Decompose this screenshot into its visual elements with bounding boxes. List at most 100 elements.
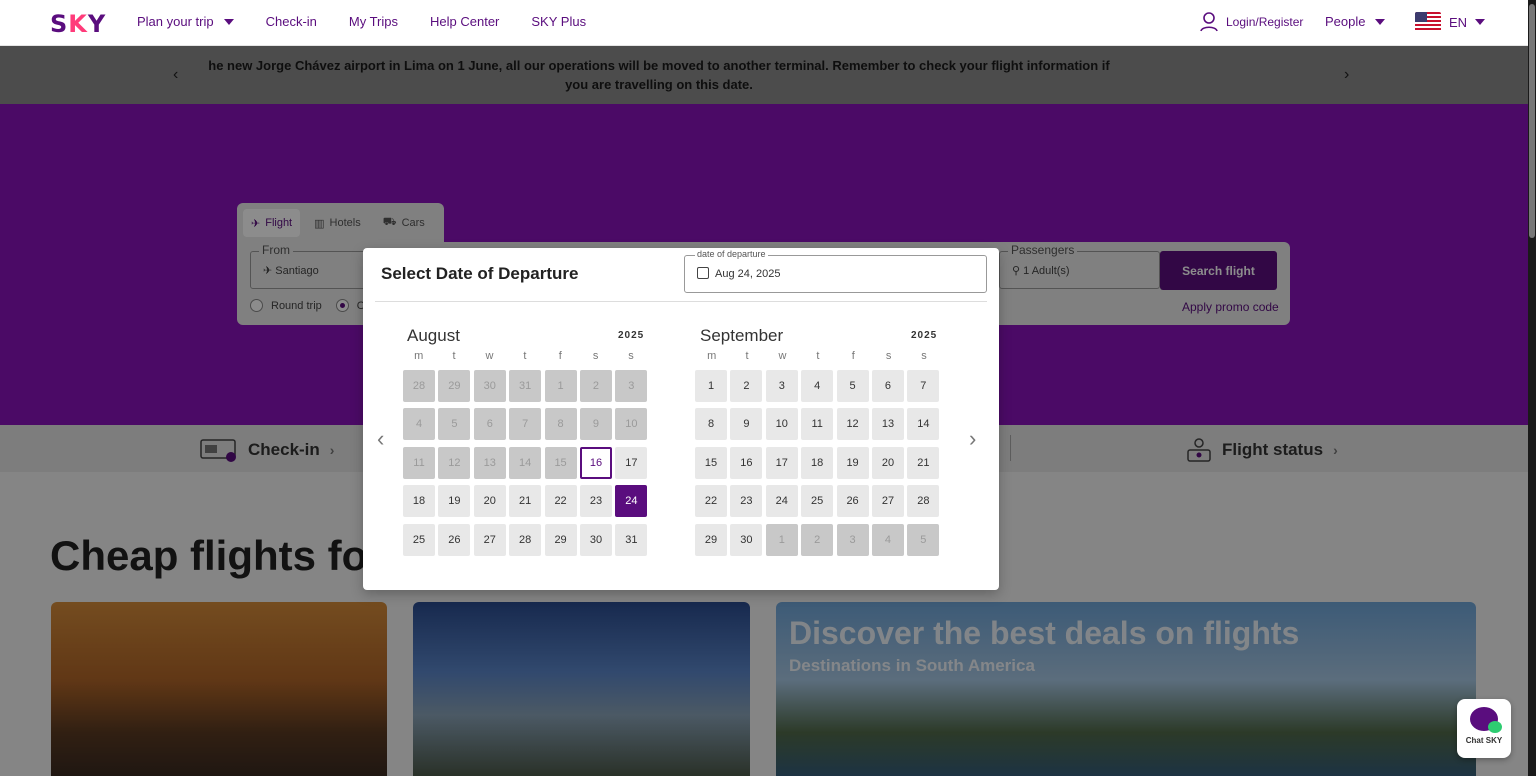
calendar-day[interactable]: 30 <box>730 523 763 556</box>
calendar-day: 4 <box>871 523 904 556</box>
apply-promo-code-link[interactable]: Apply promo code <box>1182 300 1279 314</box>
weekday-label: t <box>523 350 527 362</box>
calendar-day[interactable]: 27 <box>473 523 506 556</box>
weekday-label: s <box>921 350 927 362</box>
calendar-day: 8 <box>544 408 577 441</box>
calendar-day[interactable]: 24 <box>765 485 798 518</box>
one-way-radio[interactable] <box>335 299 349 312</box>
calendar-day: 9 <box>579 408 612 441</box>
calendar-day[interactable]: 29 <box>544 523 577 556</box>
calendar-day[interactable]: 23 <box>579 485 612 518</box>
calendar-day[interactable]: 22 <box>695 485 727 518</box>
calendar-day[interactable]: 9 <box>730 408 763 441</box>
tab-label: Hotels <box>329 217 361 229</box>
month-grid-august: 28 29 30 31 1 2 3 4 5 6 7 8 9 10 11 12 13 14 15 16 17 18 19 20 2… <box>403 370 648 556</box>
nav-help-center[interactable]: Help Center <box>430 14 499 29</box>
calendar-day[interactable]: 26 <box>836 485 869 518</box>
calendar-day: 6 <box>473 408 506 441</box>
calendar-day[interactable]: 28 <box>907 485 940 518</box>
trip-type-radios: Round trip One <box>250 299 378 312</box>
weekday-label: t <box>452 350 456 362</box>
weekday-label: t <box>816 350 820 362</box>
calendar-day[interactable]: 21 <box>907 446 940 479</box>
calendar-day[interactable]: 19 <box>836 446 869 479</box>
calendar-day[interactable]: 21 <box>509 485 542 518</box>
login-register-link[interactable]: Login/Register <box>1200 12 1303 32</box>
passengers-field[interactable]: Passengers ⚲ 1 Adult(s) <box>999 243 1160 289</box>
calendar-day[interactable]: 17 <box>765 446 798 479</box>
nav-my-trips[interactable]: My Trips <box>349 14 398 29</box>
calendar-day[interactable]: 15 <box>695 446 727 479</box>
tab-cars[interactable]: ⛟ Cars <box>375 209 433 237</box>
calendar-day: 11 <box>403 446 435 479</box>
calendar-day: 1 <box>765 523 798 556</box>
weekday-label: m <box>414 350 424 362</box>
calendar-day[interactable]: 2 <box>730 370 763 402</box>
calendar-day[interactable]: 25 <box>403 523 435 556</box>
month-grid-september: 1 2 3 4 5 6 7 8 9 10 11 12 13 14 15 16 17 18 19 20 21 22 23 24 2… <box>695 370 940 556</box>
from-legend: From <box>259 243 293 257</box>
calendar-day: 2 <box>579 370 612 402</box>
calendar-day[interactable]: 30 <box>579 523 612 556</box>
calendar-day: 3 <box>615 370 648 402</box>
calendar-day[interactable]: 11 <box>801 408 834 441</box>
calendar-day[interactable]: 16 <box>730 446 763 479</box>
calendar-day[interactable]: 4 <box>801 370 834 402</box>
calendar-day[interactable]: 22 <box>544 485 577 518</box>
calendar-day[interactable]: 18 <box>801 446 834 479</box>
divider <box>375 301 987 302</box>
calendar-day[interactable]: 25 <box>801 485 834 518</box>
chat-sky-button[interactable]: Chat SKY <box>1457 699 1511 758</box>
calendar-day[interactable]: 14 <box>907 408 940 441</box>
calendar-day[interactable]: 8 <box>695 408 727 441</box>
calendar-day[interactable]: 12 <box>836 408 869 441</box>
next-month-arrow[interactable]: › <box>969 426 976 452</box>
us-flag-icon <box>1415 12 1441 32</box>
calendar-day[interactable]: 29 <box>695 523 727 556</box>
calendar-day: 1 <box>544 370 577 402</box>
calendar-day: 29 <box>438 370 471 402</box>
calendar-day[interactable]: 27 <box>871 485 904 518</box>
nav-sky-plus[interactable]: SKY Plus <box>531 14 586 29</box>
chat-icon <box>1470 707 1502 733</box>
people-menu[interactable]: People <box>1325 14 1386 29</box>
calendar-day[interactable]: 13 <box>871 408 904 441</box>
plane-takeoff-icon: ✈ <box>263 265 273 277</box>
calendar-day[interactable]: 7 <box>907 370 940 402</box>
calendar-day[interactable]: 1 <box>695 370 727 402</box>
sky-logo[interactable]: SKY <box>50 10 106 38</box>
calendar-day[interactable]: 17 <box>615 446 648 479</box>
calendar-day[interactable]: 18 <box>403 485 435 518</box>
calendar-day[interactable]: 28 <box>509 523 542 556</box>
scrollbar-thumb[interactable] <box>1529 4 1535 238</box>
nav-check-in[interactable]: Check-in <box>266 14 317 29</box>
calendar-day: 30 <box>473 370 506 402</box>
calendar-day[interactable]: 20 <box>473 485 506 518</box>
nav-plan-your-trip[interactable]: Plan your trip <box>137 14 234 29</box>
weekday-label: s <box>628 350 634 362</box>
selected-day[interactable]: 24 <box>615 485 648 518</box>
calendar-day[interactable]: 6 <box>871 370 904 402</box>
calendar-day: 5 <box>907 523 940 556</box>
tab-hotels[interactable]: ▥ Hotels <box>306 209 369 237</box>
calendar-day[interactable]: 26 <box>438 523 471 556</box>
calendar-day[interactable]: 10 <box>765 408 798 441</box>
calendar-day[interactable]: 23 <box>730 485 763 518</box>
language-selector[interactable]: EN <box>1415 12 1486 32</box>
calendar-day[interactable]: 19 <box>438 485 471 518</box>
calendar-day[interactable]: 31 <box>615 523 648 556</box>
passengers-value: 1 Adult(s) <box>1023 265 1070 277</box>
departure-date-field[interactable]: date of departure Aug 24, 2025 <box>684 249 987 293</box>
calendar-day[interactable]: 3 <box>765 370 798 402</box>
nav-label: Plan your trip <box>137 14 214 29</box>
calendar-day[interactable]: 20 <box>871 446 904 479</box>
car-icon: ⛟ <box>382 216 397 228</box>
round-trip-radio[interactable] <box>250 299 263 312</box>
hotel-icon: ▥ <box>314 217 325 230</box>
today-day[interactable]: 16 <box>579 446 612 479</box>
search-flight-button[interactable]: Search flight <box>1160 251 1277 290</box>
tab-flight[interactable]: ✈ Flight <box>243 209 301 237</box>
previous-month-arrow[interactable]: ‹ <box>377 426 384 452</box>
from-field[interactable]: From ✈ Santiago <box>250 243 370 289</box>
calendar-day[interactable]: 5 <box>836 370 869 402</box>
